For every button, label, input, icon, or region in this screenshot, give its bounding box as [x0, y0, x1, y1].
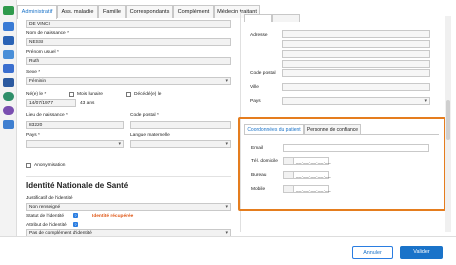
justificatif-select[interactable]: Non renseigné	[26, 203, 231, 211]
right-subtab-2[interactable]	[272, 14, 300, 22]
mois-lunaire-label: Mois lunaire	[77, 92, 103, 97]
decede-label: Décédé(e) le	[134, 92, 162, 97]
justificatif-label: Justificatif de l'identité	[26, 196, 73, 201]
print-icon[interactable]	[3, 64, 14, 73]
code-postal-left-label-text: Code postal	[130, 113, 156, 118]
mobile-field[interactable]: __.__.__.__.__	[283, 185, 331, 193]
shield-icon[interactable]	[3, 92, 14, 101]
statut-label: Statut de l'identité	[26, 214, 64, 219]
help-icon[interactable]: ?	[73, 213, 78, 218]
nom-naissance-label-text: Nom de naissance	[26, 31, 66, 36]
code-postal-left-label: Code postal *	[130, 113, 159, 118]
code-postal-right-field[interactable]	[282, 69, 430, 77]
tab-administratif[interactable]: Administratif	[17, 5, 57, 19]
document-icon[interactable]	[3, 78, 14, 87]
adresse-label: Adresse	[250, 33, 268, 38]
section-divider	[26, 176, 231, 177]
right-subtab-1[interactable]	[244, 14, 272, 22]
tab-famille[interactable]: Famille	[98, 5, 126, 18]
footer-bar: Annuler Valider	[0, 236, 456, 265]
email-label: Email	[251, 146, 263, 151]
lieu-naissance-field[interactable]: 83220	[26, 121, 124, 129]
top-name-field[interactable]: DE VINCI	[26, 20, 231, 28]
settings-icon[interactable]	[3, 120, 14, 129]
tel-domicile-field[interactable]: __.__.__.__.__	[283, 157, 331, 165]
calendar-icon[interactable]	[3, 50, 14, 59]
sexe-label-text: Sexe	[26, 70, 37, 75]
mobile-label: Mobile	[251, 187, 266, 192]
ne-le-field[interactable]: 14/07/1977	[26, 99, 76, 107]
lieu-naissance-label: Lieu de naissance *	[26, 113, 68, 118]
prenom-label: Prénom usuel *	[26, 50, 59, 55]
bureau-label: Bureau	[251, 173, 267, 178]
nom-naissance-label: Nom de naissance *	[26, 31, 69, 36]
icon-rail	[0, 0, 17, 265]
subtab-personne-confiance[interactable]: Personne de confiance	[304, 124, 361, 134]
scrollbar-thumb[interactable]	[446, 100, 450, 140]
pays-right-select[interactable]	[282, 97, 430, 105]
ins-title: Identité Nationale de Santé	[26, 181, 129, 190]
anonymisation-label: Anonymisation	[34, 163, 66, 168]
code-postal-right-label: Code postal	[250, 71, 276, 76]
ne-le-label-text: Né(e) le	[26, 92, 44, 97]
langue-label: Langue maternelle	[130, 133, 170, 138]
pays-left-label-text: Pays	[26, 133, 37, 138]
adresse-field-4[interactable]	[282, 60, 430, 68]
anonymisation-checkbox[interactable]	[26, 163, 31, 168]
statut-value: Identité récupérée	[92, 214, 134, 219]
help-icon[interactable]: ?	[73, 222, 78, 227]
cancel-button[interactable]: Annuler	[352, 246, 393, 259]
decede-checkbox[interactable]	[126, 92, 131, 97]
age-text: 43 ans	[80, 101, 95, 106]
pays-right-label: Pays	[250, 99, 261, 104]
adresse-field-2[interactable]	[282, 40, 430, 48]
langue-select[interactable]	[130, 140, 231, 148]
nom-naissance-field[interactable]: NESSI	[26, 38, 231, 46]
email-field[interactable]	[283, 144, 429, 152]
people-icon[interactable]	[3, 6, 14, 15]
lieu-label-text: Lieu de naissance	[26, 113, 65, 118]
ville-field[interactable]	[282, 83, 430, 91]
adresse-field-1[interactable]	[282, 30, 430, 38]
ville-label: Ville	[250, 85, 259, 90]
tab-bar: Administratif Ass. maladie Famille Corre…	[17, 4, 260, 19]
tab-correspondants[interactable]: Correspondants	[126, 5, 173, 18]
globe-icon[interactable]	[3, 106, 14, 115]
prenom-label-text: Prénom usuel	[26, 50, 56, 55]
attribut-label: Attribut de l'identité	[26, 223, 67, 228]
tab-complement[interactable]: Complément	[173, 5, 214, 18]
tab-ass-maladie[interactable]: Ass. maladie	[57, 5, 98, 18]
validate-button[interactable]: Valider	[400, 246, 443, 259]
sexe-label: Sexe *	[26, 70, 41, 75]
subtab-coordonnees[interactable]: Coordonnées du patient	[244, 124, 304, 134]
card-icon[interactable]	[3, 36, 14, 45]
code-postal-left-field[interactable]	[130, 121, 231, 129]
sexe-select[interactable]: Féminin	[26, 77, 231, 85]
bureau-field[interactable]: __.__.__.__.__	[283, 171, 331, 179]
pays-left-select[interactable]	[26, 140, 124, 148]
home-icon[interactable]	[3, 22, 14, 31]
ne-le-label: Né(e) le *	[26, 92, 47, 97]
pays-left-label: Pays *	[26, 133, 40, 138]
tel-domicile-label: Tél. domicile	[251, 159, 278, 164]
mois-lunaire-checkbox[interactable]	[69, 92, 74, 97]
prenom-field[interactable]: Ruth	[26, 57, 231, 65]
adresse-field-3[interactable]	[282, 50, 430, 58]
